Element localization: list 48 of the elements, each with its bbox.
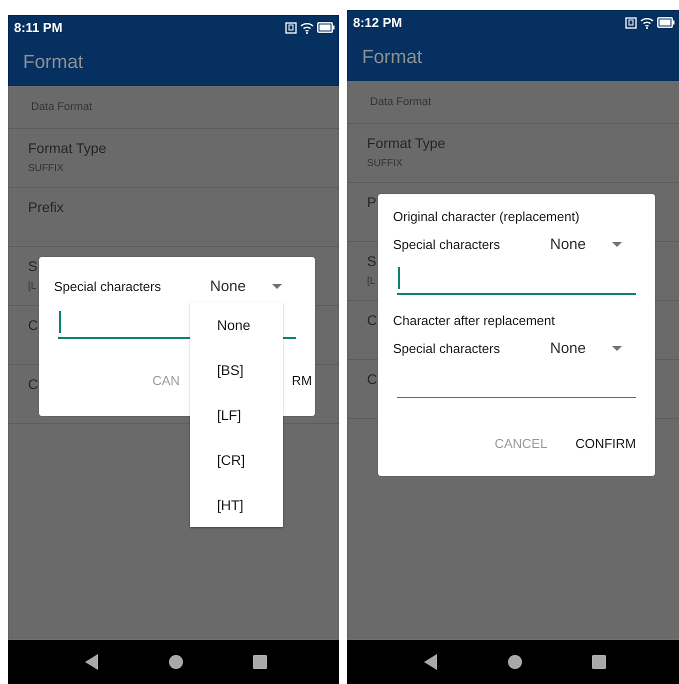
recents-icon <box>253 655 267 669</box>
row-subtitle: SUFFIX <box>367 158 403 169</box>
back-icon <box>424 654 438 670</box>
row-title: C <box>367 312 378 328</box>
picker-label: Special characters <box>54 278 162 294</box>
wifi-icon <box>300 22 314 34</box>
spinner[interactable]: None <box>210 278 296 294</box>
row-title: C <box>28 317 38 333</box>
menu-item[interactable]: [HT] <box>190 482 283 527</box>
row-title: Prefix <box>28 199 64 215</box>
wifi-icon <box>640 16 654 28</box>
picker-label: Special characters <box>393 340 501 356</box>
home-icon <box>508 655 522 669</box>
caret-icon <box>612 346 622 350</box>
status-time: 8:12 PM <box>353 15 402 30</box>
dialog-button[interactable]: CONFIRM <box>575 436 636 451</box>
app-title: Format <box>23 52 84 74</box>
spinner[interactable]: None <box>550 340 636 356</box>
row-title: C <box>367 371 378 387</box>
menu-item[interactable]: [BS] <box>190 347 283 392</box>
menu-item[interactable]: [LF] <box>190 392 283 437</box>
app-title: Format <box>362 47 422 69</box>
row-title: P <box>367 194 376 210</box>
status-box-icon <box>625 16 637 28</box>
caret-icon <box>272 284 282 288</box>
battery-icon <box>317 22 335 33</box>
recents-icon <box>592 655 606 669</box>
status-box-icon <box>285 22 297 34</box>
dialog-heading: Character after replacement <box>393 313 556 330</box>
home-icon <box>169 655 183 669</box>
section-header: Data Format <box>347 81 679 124</box>
row-title: Format Type <box>367 135 446 151</box>
section-header: Data Format <box>8 86 339 129</box>
status-time: 8:11 PM <box>14 20 62 35</box>
row-title: Format Type <box>28 140 106 156</box>
menu-item[interactable]: [CR] <box>190 437 283 482</box>
back-icon <box>85 654 99 670</box>
spinner[interactable]: None <box>550 236 636 252</box>
row-subtitle: SUFFIX <box>28 163 64 174</box>
row-title: S <box>28 258 38 274</box>
caret-icon <box>612 242 622 246</box>
battery-icon <box>657 17 675 28</box>
dialog-heading: Original character (replacement) <box>393 209 580 226</box>
row-title: C <box>28 376 38 392</box>
dialog-button[interactable]: RM <box>292 373 312 388</box>
menu-item[interactable]: None <box>190 302 283 347</box>
row-title: S <box>367 253 376 269</box>
picker-label: Special characters <box>393 236 501 252</box>
